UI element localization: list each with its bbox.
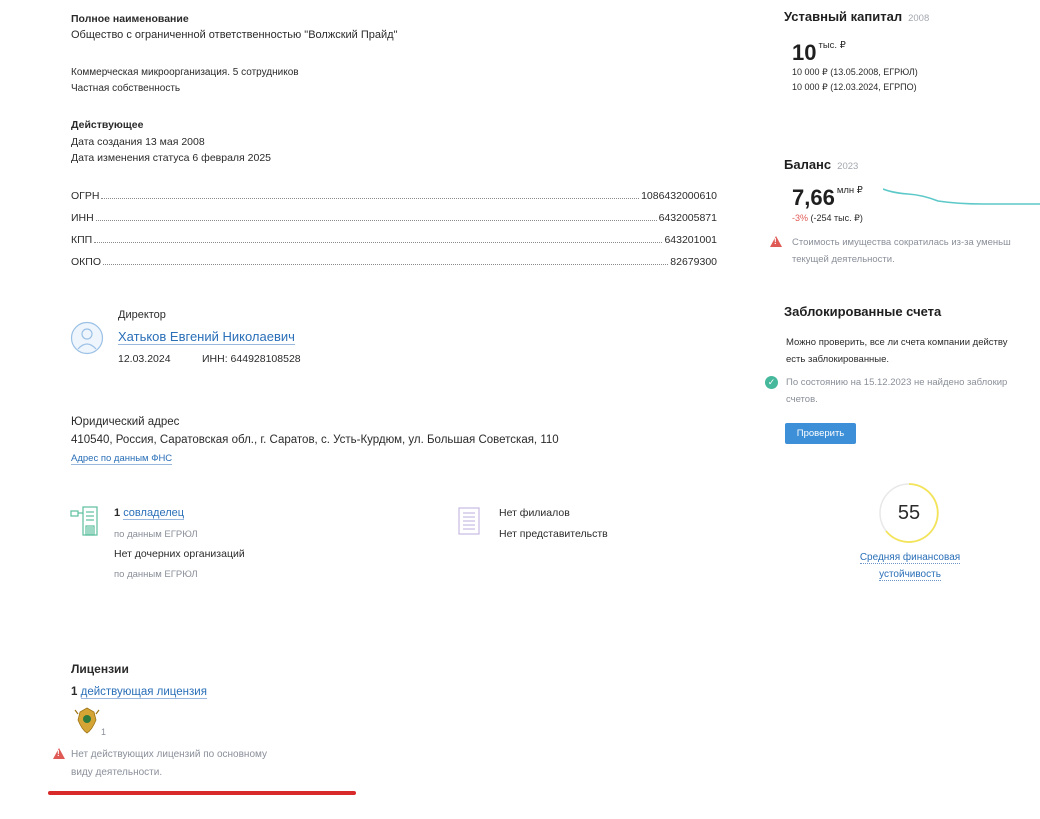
code-value: 6432005871 bbox=[658, 212, 717, 224]
red-underline-annotation bbox=[48, 791, 356, 795]
code-row-ogrn: ОГРН 1086432000610 bbox=[71, 188, 717, 202]
stability-score-ring: 55 bbox=[878, 482, 940, 544]
address-label: Юридический адрес bbox=[71, 416, 180, 428]
full-name: Общество с ограниченной ответственностью… bbox=[71, 29, 398, 41]
balance-change-abs: (-254 тыс. ₽) bbox=[810, 213, 863, 223]
owners-link[interactable]: совладелец bbox=[123, 507, 185, 520]
code-row-inn: ИНН 6432005871 bbox=[71, 210, 717, 224]
capital-title: Уставный капитал 2008 bbox=[784, 9, 930, 24]
building-icon bbox=[456, 504, 484, 539]
balance-unit: млн ₽ bbox=[836, 185, 863, 196]
check-accounts-button[interactable]: Проверить bbox=[785, 423, 856, 444]
director-date: 12.03.2024 bbox=[118, 353, 171, 365]
check-icon: ✓ bbox=[765, 376, 778, 389]
warning-icon bbox=[53, 748, 65, 762]
code-value: 1086432000610 bbox=[641, 190, 717, 202]
ownership-type: Частная собственность bbox=[71, 83, 181, 94]
branches-text: Нет филиалов bbox=[499, 507, 570, 519]
licenses-title: Лицензии bbox=[71, 662, 129, 676]
code-row-kpp: КПП 643201001 bbox=[71, 232, 717, 246]
blocked-status-2: счетов. bbox=[786, 394, 818, 405]
blocked-desc-2: есть заблокированные. bbox=[786, 354, 890, 365]
balance-title: Баланс 2023 bbox=[784, 157, 859, 172]
capital-year: 2008 bbox=[908, 13, 930, 24]
subsidiaries-text: Нет дочерних организаций bbox=[114, 548, 245, 560]
blocked-status-1: По состоянию на 15.12.2023 не найдено за… bbox=[786, 377, 1008, 388]
full-name-label: Полное наименование bbox=[71, 13, 189, 25]
balance-sparkline bbox=[882, 185, 1040, 212]
owners-source: по данным ЕГРЮЛ bbox=[114, 529, 198, 540]
balance-warning-icon bbox=[770, 236, 782, 250]
person-avatar-icon bbox=[70, 321, 104, 358]
status-label: Действующее bbox=[71, 119, 144, 131]
director-name-link[interactable]: Хатьков Евгений Николаевич bbox=[118, 329, 295, 345]
licenses-count: 1 bbox=[71, 686, 78, 698]
balance-warning-line2: текущей деятельности. bbox=[792, 254, 895, 265]
balance-year: 2023 bbox=[837, 161, 859, 172]
balance-change-pct: -3% bbox=[792, 213, 809, 223]
blocked-accounts-title: Заблокированные счета bbox=[784, 304, 942, 319]
code-label: КПП bbox=[71, 234, 93, 246]
balance-warning-line1: Стоимость имущества сократилась из-за ум… bbox=[792, 237, 1011, 248]
director-inn: ИНН: 644928108528 bbox=[202, 353, 301, 365]
company-category: Коммерческая микроорганизация. 5 сотрудн… bbox=[71, 67, 299, 78]
code-row-okpo: ОКПО 82679300 bbox=[71, 254, 717, 268]
representatives-text: Нет представительств bbox=[499, 528, 608, 540]
stability-label-1[interactable]: Средняя финансовая bbox=[859, 552, 961, 564]
licenses-link[interactable]: действующая лицензия bbox=[80, 686, 207, 699]
balance-value: 7,66 bbox=[792, 185, 835, 210]
code-value: 82679300 bbox=[670, 256, 717, 268]
blocked-desc-1: Можно проверить, все ли счета компании д… bbox=[786, 337, 1008, 348]
emblem-count: 1 bbox=[101, 727, 107, 737]
code-label: ОГРН bbox=[71, 190, 100, 202]
license-warning-line2: виду деятельности. bbox=[71, 767, 163, 778]
capital-detail-2: 10 000 ₽ (12.03.2024, ЕГРПО) bbox=[792, 82, 917, 92]
capital-detail-1: 10 000 ₽ (13.05.2008, ЕГРЮЛ) bbox=[792, 67, 918, 77]
capital-value: 10 bbox=[792, 40, 817, 65]
subsidiaries-source: по данным ЕГРЮЛ bbox=[114, 569, 198, 580]
emblem-icon bbox=[74, 706, 100, 737]
address-fns-link[interactable]: Адрес по данным ФНС bbox=[71, 453, 173, 465]
status-change-date: Дата изменения статуса 6 февраля 2025 bbox=[71, 152, 272, 164]
code-label: ОКПО bbox=[71, 256, 101, 268]
org-structure-icon bbox=[69, 505, 101, 540]
license-warning-line1: Нет действующих лицензий по основному bbox=[71, 749, 267, 760]
stability-label-2[interactable]: устойчивость bbox=[879, 569, 941, 581]
address-value: 410540, Россия, Саратовская обл., г. Сар… bbox=[71, 434, 559, 446]
code-label: ИНН bbox=[71, 212, 94, 224]
capital-unit: тыс. ₽ bbox=[818, 40, 846, 51]
owners-count: 1 bbox=[114, 507, 121, 519]
stability-score: 55 bbox=[897, 502, 921, 524]
code-value: 643201001 bbox=[664, 234, 717, 246]
director-role: Директор bbox=[118, 309, 166, 321]
creation-date: Дата создания 13 мая 2008 bbox=[71, 136, 205, 148]
